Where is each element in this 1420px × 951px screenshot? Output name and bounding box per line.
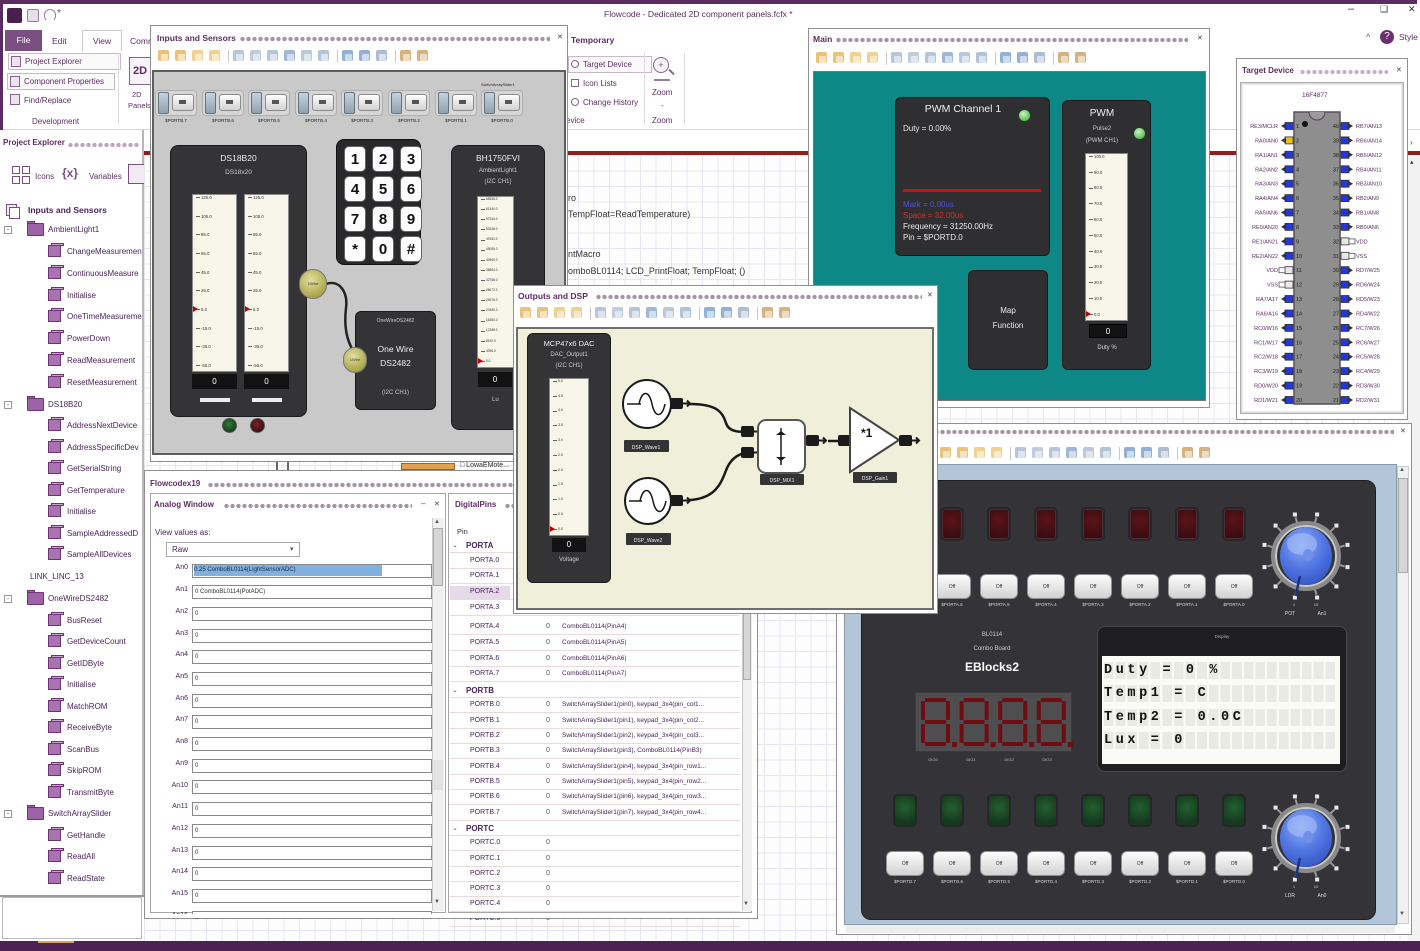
svg-text:RE1/AN21: RE1/AN21 xyxy=(1252,239,1278,245)
svg-text:RC6/W27: RC6/W27 xyxy=(1356,340,1380,346)
svg-text:28: 28 xyxy=(1333,297,1339,303)
svg-text:26: 26 xyxy=(1333,326,1339,332)
svg-text:17: 17 xyxy=(1296,355,1302,361)
svg-text:DSP_Wave1: DSP_Wave1 xyxy=(632,445,661,451)
svg-text:1: 1 xyxy=(1296,124,1299,130)
svg-text:RC4/W29: RC4/W29 xyxy=(1356,369,1380,375)
svg-text:5: 5 xyxy=(1296,182,1299,188)
svg-text:VSS: VSS xyxy=(1356,254,1367,260)
svg-text:27: 27 xyxy=(1333,312,1339,318)
svg-text:VDD: VDD xyxy=(1266,268,1278,274)
svg-text:RC0/W16: RC0/W16 xyxy=(1254,326,1278,332)
svg-text:10: 10 xyxy=(1296,254,1302,260)
svg-text:RD4/W22: RD4/W22 xyxy=(1356,312,1380,318)
svg-text:16: 16 xyxy=(1296,340,1302,346)
svg-text:RC7/W26: RC7/W26 xyxy=(1356,326,1380,332)
svg-text:RA1/AN1: RA1/AN1 xyxy=(1255,153,1278,159)
svg-text:RD2/W31: RD2/W31 xyxy=(1356,398,1380,404)
svg-text:RC2/W18: RC2/W18 xyxy=(1254,355,1278,361)
svg-text:31: 31 xyxy=(1333,254,1339,260)
svg-text:RC3/W19: RC3/W19 xyxy=(1254,369,1278,375)
svg-text:RE0/AN20: RE0/AN20 xyxy=(1252,225,1278,231)
svg-text:RC5/W28: RC5/W28 xyxy=(1356,355,1380,361)
svg-text:RE2/AN22: RE2/AN22 xyxy=(1252,254,1278,260)
svg-text:36: 36 xyxy=(1333,182,1339,188)
svg-text:19: 19 xyxy=(1296,384,1302,390)
svg-text:15: 15 xyxy=(1296,326,1302,332)
svg-text:35: 35 xyxy=(1333,196,1339,202)
svg-text:38: 38 xyxy=(1333,153,1339,159)
svg-text:VDD: VDD xyxy=(1356,239,1368,245)
svg-text:RA0/AN0: RA0/AN0 xyxy=(1255,138,1278,144)
svg-text:32: 32 xyxy=(1333,239,1339,245)
svg-text:11: 11 xyxy=(1296,268,1302,274)
svg-text:RD3/W30: RD3/W30 xyxy=(1356,384,1380,390)
svg-text:RC1/W17: RC1/W17 xyxy=(1254,340,1278,346)
svg-text:DSP_MIX1: DSP_MIX1 xyxy=(770,478,795,484)
svg-text:RA6/A16: RA6/A16 xyxy=(1256,312,1278,318)
svg-text:24: 24 xyxy=(1333,355,1339,361)
svg-text:21: 21 xyxy=(1333,398,1339,404)
svg-text:RB6/AN14: RB6/AN14 xyxy=(1356,138,1382,144)
svg-text:RB1/AN8: RB1/AN8 xyxy=(1356,211,1379,217)
svg-text:RB7/AN13: RB7/AN13 xyxy=(1356,124,1382,130)
svg-text:RA7/A17: RA7/A17 xyxy=(1256,297,1278,303)
svg-text:RA4/AN4: RA4/AN4 xyxy=(1255,196,1278,202)
svg-text:29: 29 xyxy=(1333,283,1339,289)
svg-text:8: 8 xyxy=(1296,225,1299,231)
svg-text:37: 37 xyxy=(1333,167,1339,173)
svg-text:VSS: VSS xyxy=(1267,283,1278,289)
svg-text:30: 30 xyxy=(1333,268,1339,274)
svg-text:RA3/AN3: RA3/AN3 xyxy=(1255,182,1278,188)
svg-text:23: 23 xyxy=(1333,369,1339,375)
svg-text:7: 7 xyxy=(1296,211,1299,217)
svg-text:RB5/AN12: RB5/AN12 xyxy=(1356,153,1382,159)
svg-text:RA5/AN6: RA5/AN6 xyxy=(1255,211,1278,217)
svg-text:3: 3 xyxy=(1296,153,1299,159)
svg-text:RD5/W23: RD5/W23 xyxy=(1356,297,1380,303)
svg-text:RD0/W20: RD0/W20 xyxy=(1254,384,1278,390)
svg-text:2: 2 xyxy=(1296,138,1299,144)
svg-text:RD6/W24: RD6/W24 xyxy=(1356,283,1380,289)
svg-text:RD1/W21: RD1/W21 xyxy=(1254,398,1278,404)
svg-text:4: 4 xyxy=(1296,167,1299,173)
svg-text:40: 40 xyxy=(1333,124,1339,130)
svg-text:9: 9 xyxy=(1296,239,1299,245)
svg-text:RB3/AN10: RB3/AN10 xyxy=(1356,182,1382,188)
svg-text:*1: *1 xyxy=(861,426,873,440)
svg-text:20: 20 xyxy=(1296,398,1302,404)
svg-text:34: 34 xyxy=(1333,211,1339,217)
svg-text:39: 39 xyxy=(1333,138,1339,144)
svg-text:12: 12 xyxy=(1296,283,1302,289)
svg-text:14: 14 xyxy=(1296,312,1302,318)
svg-text:RB0/AN6: RB0/AN6 xyxy=(1356,225,1379,231)
svg-text:RA2/AN2: RA2/AN2 xyxy=(1255,167,1278,173)
svg-text:RD7/W25: RD7/W25 xyxy=(1356,268,1380,274)
svg-text:13: 13 xyxy=(1296,297,1302,303)
svg-text:DSP_Wave2: DSP_Wave2 xyxy=(634,538,663,544)
svg-text:6: 6 xyxy=(1296,196,1299,202)
svg-text:25: 25 xyxy=(1333,340,1339,346)
svg-text:18: 18 xyxy=(1296,369,1302,375)
svg-text:DSP_Gain1: DSP_Gain1 xyxy=(862,476,889,482)
svg-text:RB4/AN11: RB4/AN11 xyxy=(1356,167,1382,173)
svg-text:22: 22 xyxy=(1333,384,1339,390)
svg-text:33: 33 xyxy=(1333,225,1339,231)
svg-text:RE3/MCLR: RE3/MCLR xyxy=(1250,124,1278,130)
svg-text:RB2/AN9: RB2/AN9 xyxy=(1356,196,1379,202)
